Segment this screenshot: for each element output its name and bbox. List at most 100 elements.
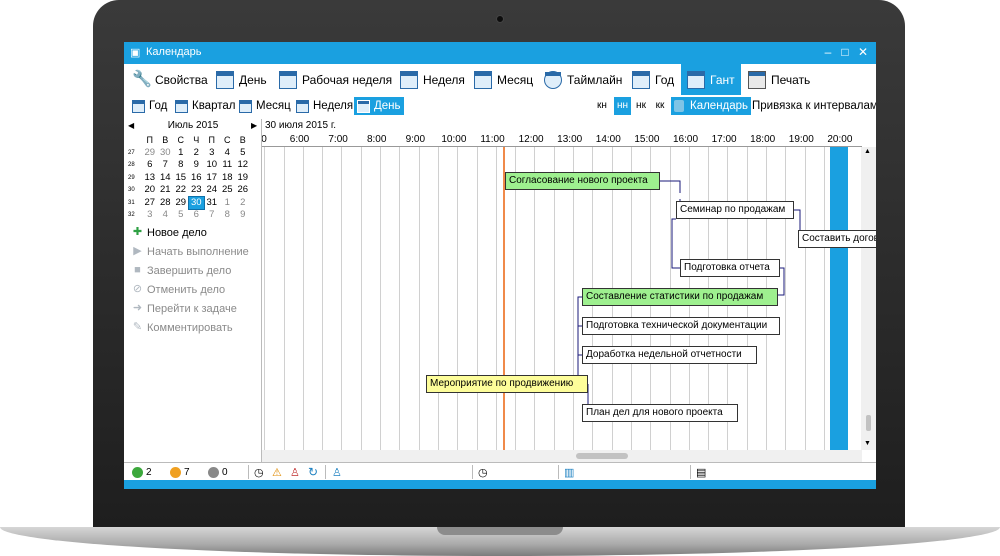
- gantt-task-bar[interactable]: Составление статистики по продажам: [582, 288, 778, 306]
- maximize-icon[interactable]: □: [838, 45, 852, 59]
- calendar-day[interactable]: 6: [189, 209, 205, 222]
- calendar-week-row: 27 29 30 1 2 3 4 5: [128, 147, 256, 160]
- gantt-task-bar[interactable]: Семинар по продажам: [676, 201, 794, 219]
- view-week-button[interactable]: Неделя: [400, 64, 465, 95]
- gantt-task-bar[interactable]: Составить договор об аренде: [798, 230, 876, 248]
- calendar-day[interactable]: 4: [158, 209, 174, 222]
- calendar-day[interactable]: 13: [142, 172, 158, 185]
- calendar-day[interactable]: 4: [220, 147, 236, 160]
- calendar-day[interactable]: 31: [204, 197, 220, 210]
- calendar-day[interactable]: 5: [173, 209, 189, 222]
- document-icon[interactable]: ▤: [696, 465, 706, 479]
- scale-week-button[interactable]: Неделя: [296, 97, 353, 115]
- calendar-day[interactable]: 23: [189, 184, 205, 197]
- calendar-day[interactable]: 9: [189, 159, 205, 172]
- calendar-day[interactable]: 17: [204, 172, 220, 185]
- calendar-day[interactable]: 2: [189, 147, 205, 160]
- calendar-day[interactable]: 14: [158, 172, 174, 185]
- action-arrow-right[interactable]: ➜ Перейти к задаче: [132, 299, 249, 318]
- calendar-day[interactable]: 9: [235, 209, 251, 222]
- scale-month-button[interactable]: Месяц: [239, 97, 291, 115]
- calendar-day[interactable]: 3: [142, 209, 158, 222]
- calendar-day[interactable]: 5: [235, 147, 251, 160]
- calendar-day[interactable]: 3: [204, 147, 220, 160]
- action-play[interactable]: ▶ Начать выполнение: [132, 242, 249, 261]
- calendar-day[interactable]: 6: [142, 159, 158, 172]
- vertical-scroll-thumb[interactable]: [866, 415, 871, 431]
- gantt-task-bar[interactable]: Подготовка технической документации: [582, 317, 780, 335]
- building-icon[interactable]: ▥: [564, 465, 574, 479]
- calendar-day[interactable]: 29: [142, 147, 158, 160]
- calendar-day[interactable]: 22: [173, 184, 189, 197]
- calendar-day[interactable]: 21: [158, 184, 174, 197]
- action-pencil[interactable]: ✎ Комментировать: [132, 318, 249, 337]
- calendar-day[interactable]: 11: [220, 159, 236, 172]
- week-number: 30: [128, 187, 135, 193]
- calendar-day[interactable]: 16: [189, 172, 205, 185]
- title-bar: ▣ Календарь – □ ✕: [124, 42, 876, 64]
- calendar-day[interactable]: 28: [158, 197, 174, 210]
- scroll-up-icon[interactable]: ▲: [864, 148, 871, 155]
- calendar-day[interactable]: 1: [173, 147, 189, 160]
- vertical-scrollbar[interactable]: ▲ ▼: [861, 147, 876, 450]
- selected-day[interactable]: 30: [187, 195, 205, 210]
- calendar-day[interactable]: 1: [220, 197, 236, 210]
- calendar-day[interactable]: 15: [173, 172, 189, 185]
- calendar-week-row: 31 27 28 29 30 31 1 2: [128, 195, 256, 210]
- user-alert-icon[interactable]: ♙: [290, 465, 300, 479]
- calendar-day[interactable]: 8: [220, 209, 236, 222]
- view-workweek-button[interactable]: Рабочая неделя: [279, 64, 392, 95]
- calendar-toggle[interactable]: Календарь: [671, 97, 752, 115]
- next-month-icon[interactable]: ▶: [251, 119, 257, 133]
- segment-kn[interactable]: кн: [594, 97, 610, 115]
- scale-day-button[interactable]: День: [354, 97, 404, 115]
- calendar-day[interactable]: 20: [142, 184, 158, 197]
- green-badge-icon: [132, 466, 143, 478]
- calendar-day[interactable]: 10: [204, 159, 220, 172]
- print-button[interactable]: Печать: [748, 64, 810, 95]
- view-day-button[interactable]: День: [216, 64, 267, 95]
- minimize-icon[interactable]: –: [821, 45, 835, 59]
- horizontal-scroll-thumb[interactable]: [576, 453, 628, 459]
- segment-nk[interactable]: нк: [633, 97, 649, 115]
- calendar-day[interactable]: 2: [235, 197, 251, 210]
- clock-icon[interactable]: ◷: [254, 465, 264, 479]
- calendar-day[interactable]: 29: [173, 197, 189, 210]
- gantt-task-bar[interactable]: Подготовка отчета: [680, 259, 780, 277]
- calendar-day[interactable]: 8: [173, 159, 189, 172]
- scroll-down-icon[interactable]: ▼: [864, 440, 871, 447]
- gantt-task-bar[interactable]: Доработка недельной отчетности: [582, 346, 757, 364]
- calendar-day[interactable]: 30: [158, 147, 174, 160]
- close-icon[interactable]: ✕: [856, 45, 870, 59]
- calendar-day[interactable]: 7: [204, 209, 220, 222]
- calendar-day[interactable]: 12: [235, 159, 251, 172]
- calendar-day[interactable]: 25: [220, 184, 236, 197]
- warning-icon[interactable]: ⚠: [272, 465, 282, 479]
- calendar-day[interactable]: 18: [220, 172, 236, 185]
- refresh-icon[interactable]: ↻: [308, 465, 318, 479]
- calendar-day[interactable]: 19: [235, 172, 251, 185]
- gantt-task-bar[interactable]: Согласование нового проекта: [505, 172, 660, 190]
- time-icon[interactable]: ◷: [478, 465, 488, 479]
- scale-year-button[interactable]: Год: [132, 97, 167, 115]
- calendar-day[interactable]: 26: [235, 184, 251, 197]
- action-cancel[interactable]: ⊘ Отменить дело: [132, 280, 249, 299]
- action-stop[interactable]: ■ Завершить дело: [132, 261, 249, 280]
- gantt-task-bar[interactable]: План дел для нового проекта: [582, 404, 738, 422]
- view-year-button[interactable]: Год: [632, 64, 674, 95]
- view-month-button[interactable]: Месяц: [474, 64, 533, 95]
- segment-nn[interactable]: нн: [614, 97, 631, 115]
- view-gantt-button[interactable]: Гант: [681, 64, 741, 95]
- scale-quarter-button[interactable]: Квартал: [175, 97, 235, 115]
- calendar-day[interactable]: 27: [142, 197, 158, 210]
- horizontal-scrollbar[interactable]: [262, 450, 862, 462]
- segment-kk[interactable]: кк: [652, 97, 668, 115]
- action-plus[interactable]: ✚ Новое дело: [132, 223, 249, 242]
- properties-button[interactable]: 🔧 Свойства: [132, 64, 208, 95]
- snap-to-intervals[interactable]: Привязка к интервалам: [752, 97, 876, 115]
- users-icon[interactable]: ♙: [332, 465, 342, 479]
- calendar-day[interactable]: 24: [204, 184, 220, 197]
- gantt-task-bar[interactable]: Мероприятие по продвижению: [426, 375, 588, 393]
- calendar-day[interactable]: 7: [158, 159, 174, 172]
- view-timeline-button[interactable]: Таймлайн: [544, 64, 622, 95]
